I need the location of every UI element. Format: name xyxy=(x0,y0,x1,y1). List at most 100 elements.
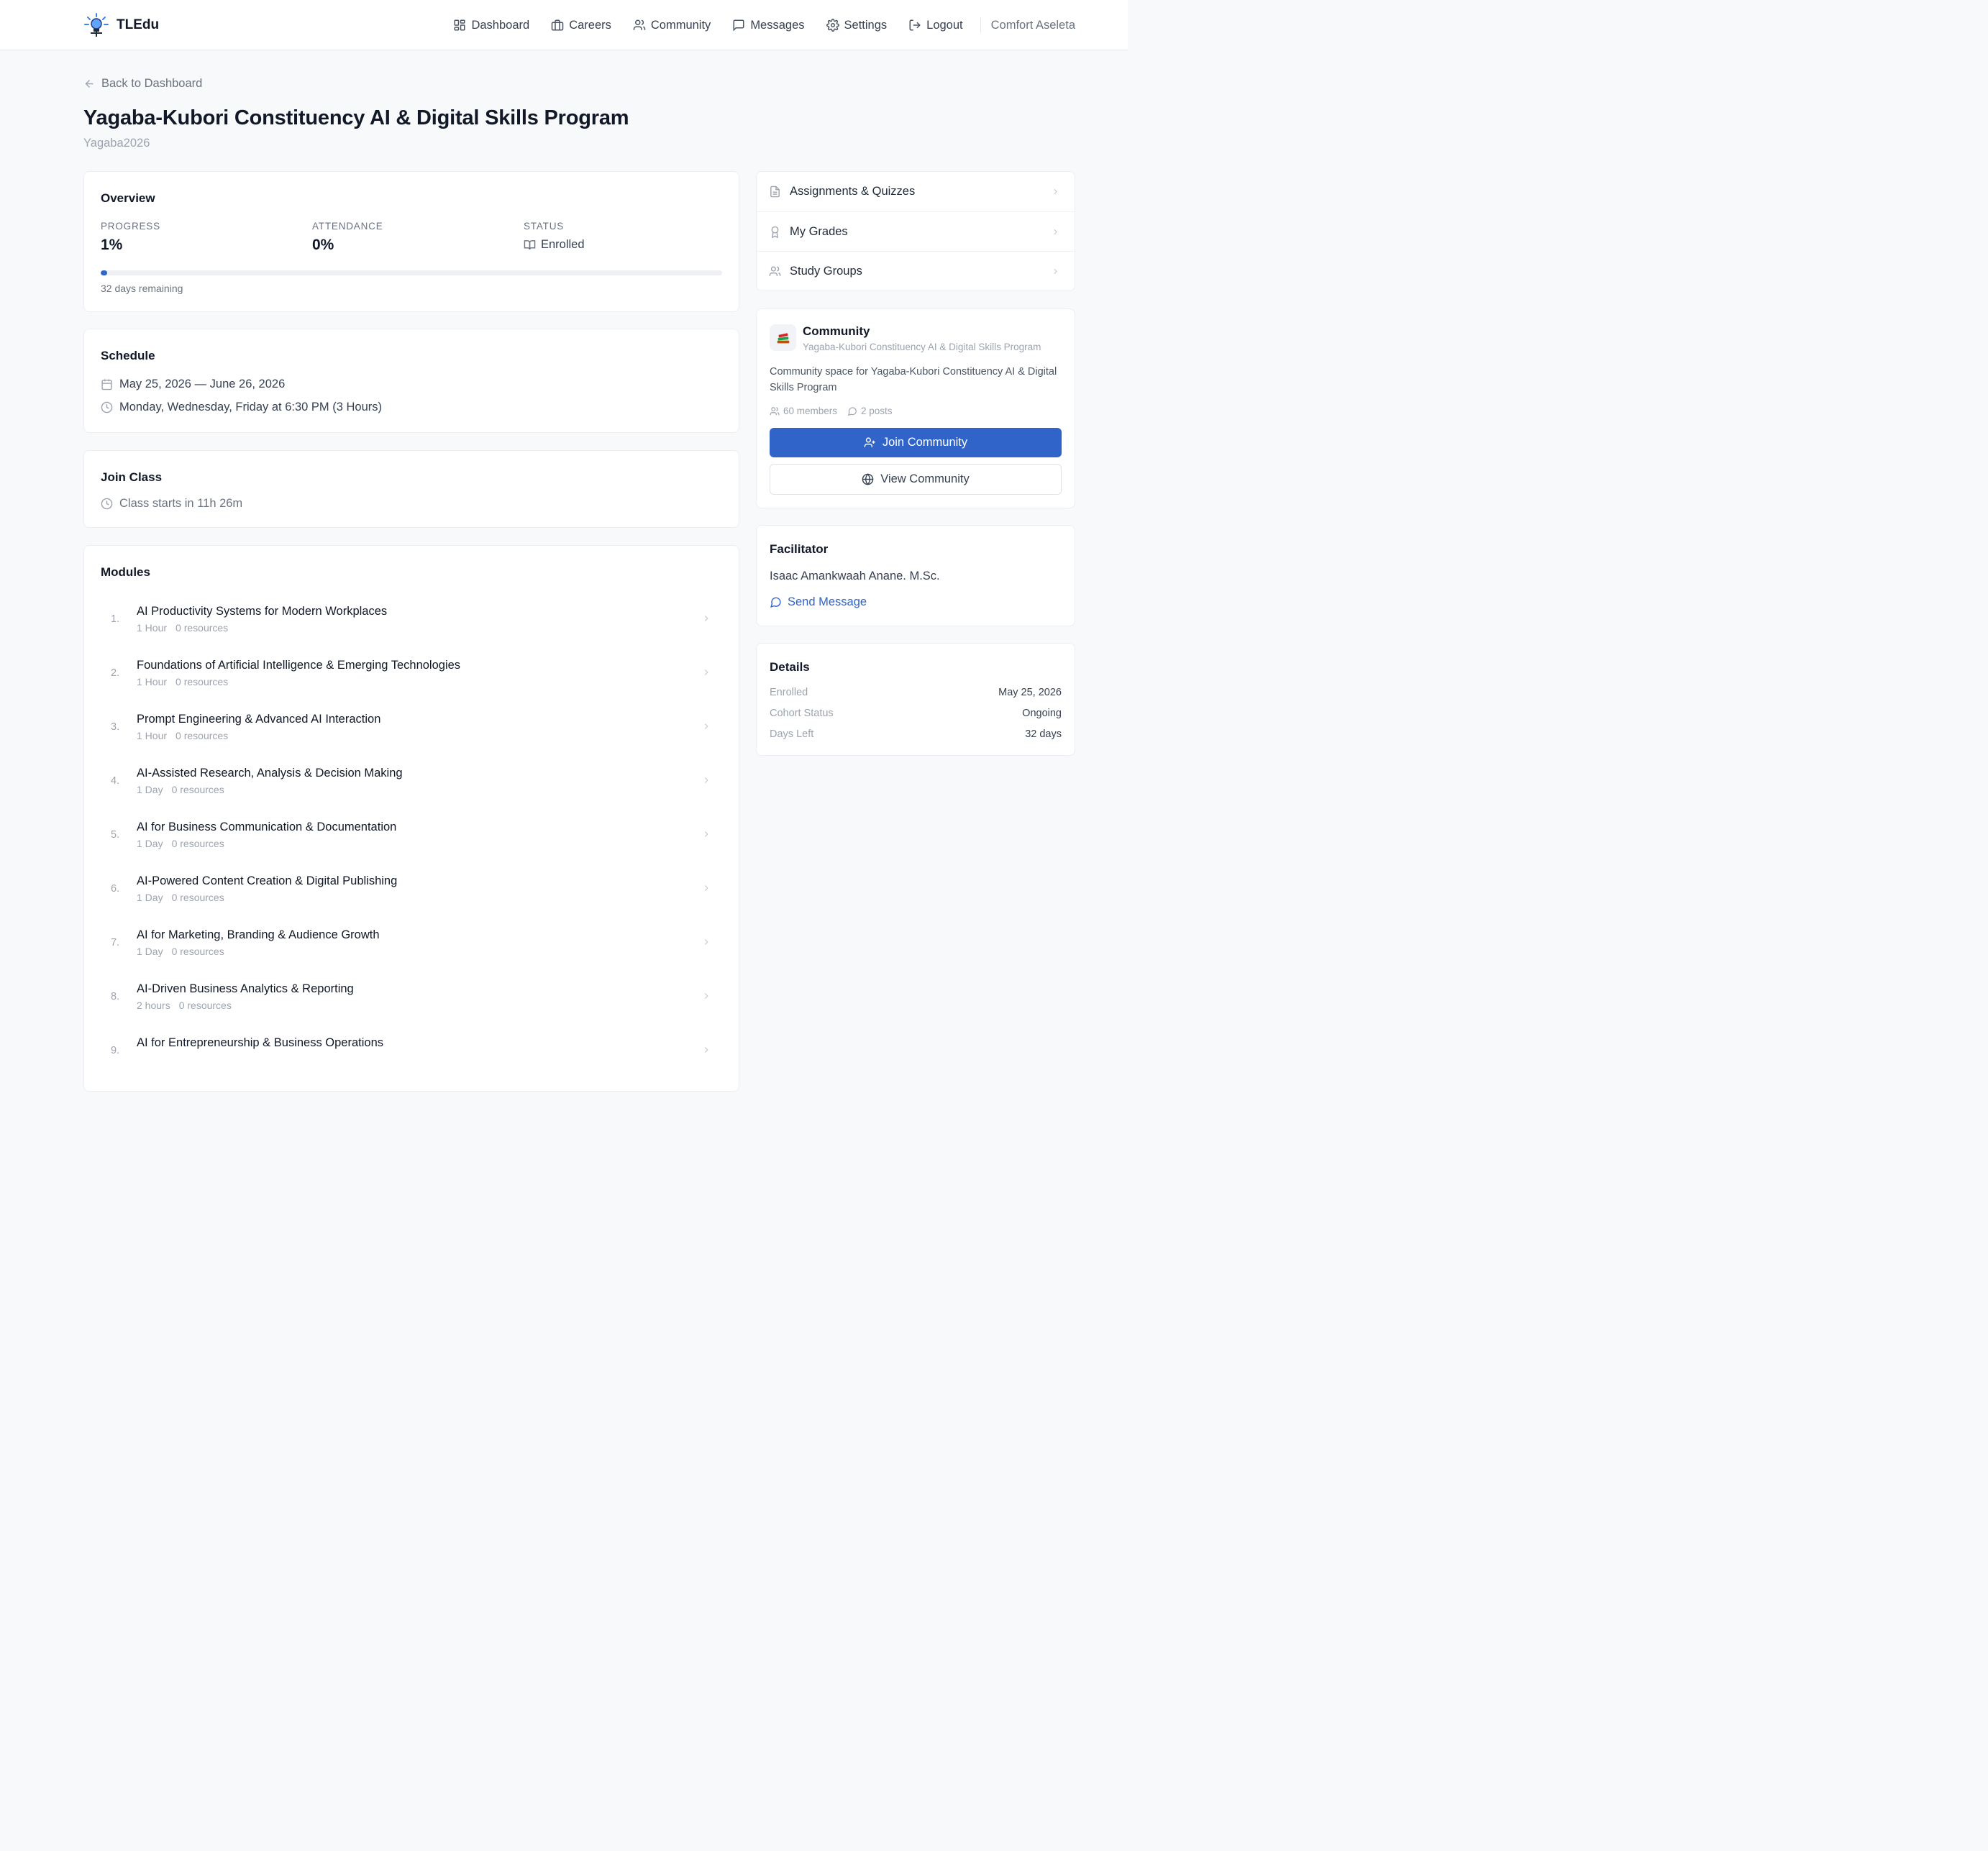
book-open-icon xyxy=(524,239,536,251)
detail-row-enrolled: Enrolled May 25, 2026 xyxy=(770,687,1062,698)
facilitator-title: Facilitator xyxy=(770,542,829,556)
nav-logout[interactable]: Logout xyxy=(908,19,963,32)
users-icon xyxy=(633,19,646,32)
chevron-right-icon xyxy=(701,613,711,623)
module-item[interactable]: 3. Prompt Engineering & Advanced AI Inte… xyxy=(84,699,739,753)
module-duration: 1 Hour xyxy=(137,676,168,687)
module-duration: 1 Day xyxy=(137,784,163,795)
module-title: Prompt Engineering & Advanced AI Interac… xyxy=(137,713,381,726)
module-item[interactable]: 5. AI for Business Communication & Docum… xyxy=(84,807,739,861)
module-meta: 1 Day 0 resources xyxy=(137,892,224,903)
community-avatar xyxy=(770,324,796,351)
module-item[interactable]: 7. AI for Marketing, Branding & Audience… xyxy=(84,915,739,969)
globe-icon xyxy=(862,473,874,485)
progress-bar xyxy=(101,270,722,275)
users-icon xyxy=(770,406,780,416)
join-community-label: Join Community xyxy=(882,436,968,449)
module-duration: 2 hours xyxy=(137,1000,170,1011)
class-countdown-text: Class starts in 11h 26m xyxy=(119,497,243,510)
schedule-dates-text: May 25, 2026 — June 26, 2026 xyxy=(119,378,286,390)
nav-messages[interactable]: Messages xyxy=(732,18,805,32)
module-number: 4. xyxy=(111,775,120,787)
bulb-logo-icon xyxy=(83,12,109,38)
module-title: Foundations of Artificial Intelligence &… xyxy=(137,659,461,672)
assignments-quizzes-link[interactable]: Assignments & Quizzes xyxy=(757,172,1075,211)
attendance-label: ATTENDANCE xyxy=(312,221,383,232)
status-label: STATUS xyxy=(524,221,565,232)
module-resources: 0 resources xyxy=(171,784,224,795)
details-title: Details xyxy=(770,660,810,674)
message-circle-icon xyxy=(847,406,857,416)
module-item[interactable]: 4. AI-Assisted Research, Analysis & Deci… xyxy=(84,753,739,807)
nav-careers[interactable]: Careers xyxy=(551,19,611,32)
module-item[interactable]: 6. AI-Powered Content Creation & Digital… xyxy=(84,861,739,915)
chevron-right-icon xyxy=(701,721,711,731)
schedule-dates: May 25, 2026 — June 26, 2026 xyxy=(101,378,285,391)
detail-key: Enrolled xyxy=(770,687,808,698)
attendance-value: 0% xyxy=(312,237,334,253)
module-title: AI-Assisted Research, Analysis & Decisio… xyxy=(137,767,403,780)
progress-stat: PROGRESS 1% xyxy=(101,221,160,254)
posts-count-text: 2 posts xyxy=(861,406,893,416)
send-message-link[interactable]: Send Message xyxy=(770,595,867,609)
nav-community-label: Community xyxy=(650,18,711,32)
view-community-button[interactable]: View Community xyxy=(770,464,1062,495)
chevron-right-icon xyxy=(701,1045,711,1055)
back-to-dashboard-link[interactable]: Back to Dashboard xyxy=(83,77,202,91)
schedule-times: Monday, Wednesday, Friday at 6:30 PM (3 … xyxy=(101,401,382,414)
module-title: AI for Business Communication & Document… xyxy=(137,821,397,833)
brand[interactable]: TLEdu xyxy=(83,12,159,38)
module-item[interactable]: 2. Foundations of Artificial Intelligenc… xyxy=(84,645,739,699)
module-number: 2. xyxy=(111,667,120,679)
study-groups-label: Study Groups xyxy=(790,264,862,278)
module-number: 7. xyxy=(111,937,120,949)
nav-dashboard[interactable]: Dashboard xyxy=(453,19,529,32)
study-groups-link[interactable]: Study Groups xyxy=(757,251,1075,291)
join-community-button[interactable]: Join Community xyxy=(770,428,1062,457)
module-meta xyxy=(137,1054,145,1065)
posts-count: 2 posts xyxy=(847,406,893,416)
chevron-right-icon xyxy=(1051,267,1060,276)
schedule-times-text: Monday, Wednesday, Friday at 6:30 PM (3 … xyxy=(119,401,382,413)
assignments-quizzes-label: Assignments & Quizzes xyxy=(790,185,916,198)
clock-icon xyxy=(101,401,113,413)
module-meta: 1 Hour 0 resources xyxy=(137,622,228,634)
nav-settings-label: Settings xyxy=(844,18,888,32)
facilitator-name: Isaac Amankwaah Anane. M.Sc. xyxy=(770,570,940,582)
message-square-icon xyxy=(732,19,745,32)
chevron-right-icon xyxy=(1051,187,1060,196)
detail-value: May 25, 2026 xyxy=(998,687,1062,698)
my-grades-link[interactable]: My Grades xyxy=(757,211,1075,251)
community-name: Community xyxy=(803,324,870,338)
module-item[interactable]: 9. AI for Entrepreneurship & Business Op… xyxy=(84,1023,739,1077)
user-name[interactable]: Comfort Aseleta xyxy=(991,19,1075,32)
days-remaining: 32 days remaining xyxy=(101,283,183,294)
community-stats: 60 members 2 posts xyxy=(770,406,893,416)
users-icon xyxy=(769,265,781,278)
module-resources: 0 resources xyxy=(178,1000,232,1011)
modules-title: Modules xyxy=(101,565,150,579)
module-resources: 0 resources xyxy=(175,622,229,634)
module-item[interactable]: 1. AI Productivity Systems for Modern Wo… xyxy=(84,591,739,645)
module-title: AI Productivity Systems for Modern Workp… xyxy=(137,605,388,618)
send-message-label: Send Message xyxy=(788,595,867,608)
module-number: 9. xyxy=(111,1045,120,1056)
clock-icon xyxy=(101,498,113,510)
grid-icon xyxy=(453,19,466,32)
details-card: Details Enrolled May 25, 2026 Cohort Sta… xyxy=(756,643,1075,756)
community-card: Community Yagaba-Kubori Constituency AI … xyxy=(756,308,1075,508)
module-list: 1. AI Productivity Systems for Modern Wo… xyxy=(84,591,739,1077)
nav-settings[interactable]: Settings xyxy=(826,18,888,32)
module-resources: 0 resources xyxy=(171,946,224,957)
class-countdown: Class starts in 11h 26m xyxy=(101,497,242,511)
logout-icon xyxy=(908,19,921,32)
join-class-card: Join Class Class starts in 11h 26m xyxy=(83,450,739,528)
program-code: Yagaba2026 xyxy=(83,137,150,150)
nav-messages-label: Messages xyxy=(750,18,805,32)
back-label: Back to Dashboard xyxy=(101,77,203,90)
module-title: AI-Driven Business Analytics & Reporting xyxy=(137,982,354,995)
chevron-right-icon xyxy=(701,937,711,947)
detail-row-days-left: Days Left 32 days xyxy=(770,728,1062,740)
module-item[interactable]: 8. AI-Driven Business Analytics & Report… xyxy=(84,969,739,1023)
nav-community[interactable]: Community xyxy=(633,19,711,32)
